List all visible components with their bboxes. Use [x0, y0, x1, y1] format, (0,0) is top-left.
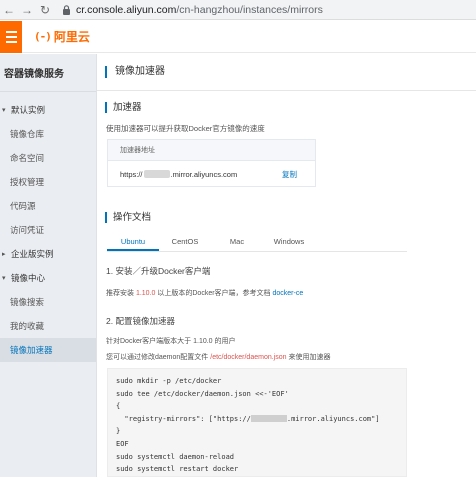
logo-mark: (-) — [34, 30, 52, 43]
accelerator-section-title: 加速器 — [105, 102, 142, 113]
sidebar-title: 容器镜像服务 — [0, 54, 96, 92]
back-arrow-icon[interactable]: ← — [0, 0, 18, 20]
console-header: (-) 阿里云 — [0, 20, 476, 53]
step2-line2: 您可以通过修改daemon配置文件 /etc/docker/daemon.jso… — [106, 352, 330, 362]
mirror-address-header: 加速器地址 — [108, 140, 315, 161]
menu-hamburger-icon[interactable] — [0, 20, 22, 53]
sidebar-group-image-center[interactable]: ▾ 镜像中心 — [0, 266, 96, 290]
os-tabs: Ubuntu CentOS Mac Windows — [107, 234, 407, 252]
tab-mac[interactable]: Mac — [211, 234, 263, 251]
step1-title: 1. 安装／升级Docker客户端 — [106, 266, 211, 276]
url-host: cr.console.aliyun.com — [76, 3, 177, 16]
code-line: sudo tee /etc/docker/daemon.json <<-'EOF… — [116, 389, 289, 398]
accelerator-description: 使用加速器可以提升获取Docker官方镜像的速度 — [106, 124, 265, 133]
sidebar: 容器镜像服务 ▾ 默认实例 镜像仓库 命名空间 授权管理 代码源 访问凭证 ▸ 企业… — [0, 54, 97, 477]
sidebar-group-label: 默认实例 — [11, 105, 46, 115]
step2-line1: 针对Docker客户端版本大于 1.10.0 的用户 — [106, 338, 236, 345]
code-line: } — [116, 427, 121, 436]
forward-arrow-icon[interactable]: → — [18, 0, 36, 20]
tab-windows[interactable]: Windows — [263, 234, 315, 251]
code-segment: "registry-mirrors": ["https:// — [116, 414, 251, 423]
sidebar-item-code-source[interactable]: 代码源 — [0, 194, 96, 218]
code-segment: .mirror.aliyuncs.com"] — [286, 414, 380, 423]
sidebar-item-mirror-accelerator[interactable]: 镜像加速器 — [0, 338, 96, 362]
mirror-address-row: https:// .mirror.aliyuncs.com 复制 — [108, 161, 315, 187]
sidebar-group-default-instance[interactable]: ▾ 默认实例 — [0, 98, 96, 122]
sidebar-item-authorization[interactable]: 授权管理 — [0, 170, 96, 194]
copy-link[interactable]: 复制 — [282, 169, 297, 180]
mirror-address-box: 加速器地址 https:// .mirror.aliyuncs.com 复制 — [107, 139, 316, 187]
docs-section-title: 操作文档 — [105, 212, 151, 223]
logo-text: 阿里云 — [53, 30, 90, 44]
caret-down-icon: ▾ — [2, 275, 6, 282]
step1-mid: 以上版本的Docker客户端，参考文档 — [155, 290, 273, 297]
aliyun-logo[interactable]: (-) 阿里云 — [34, 28, 90, 45]
reload-icon[interactable]: ↻ — [36, 0, 54, 20]
page-title: 镜像加速器 — [105, 66, 165, 78]
sidebar-item-access-credential[interactable]: 访问凭证 — [0, 218, 96, 242]
step1-pre: 推荐安装 — [106, 290, 136, 297]
sidebar-item-repositories[interactable]: 镜像仓库 — [0, 122, 96, 146]
browser-toolbar: ← → ↻ cr.console.aliyun.com/cn-hangzhou/… — [0, 0, 476, 20]
sidebar-group-enterprise-instance[interactable]: ▸ 企业版实例 — [0, 242, 96, 266]
docker-ce-link[interactable]: docker-ce — [272, 290, 303, 297]
divider — [97, 90, 476, 91]
code-line: "registry-mirrors": ["https:// .mirror.al… — [116, 413, 398, 426]
sidebar-item-namespaces[interactable]: 命名空间 — [0, 146, 96, 170]
redacted-id — [250, 415, 287, 423]
sidebar-group-label: 镜像中心 — [11, 273, 46, 283]
address-bar[interactable]: cr.console.aliyun.com/cn-hangzhou/instan… — [60, 2, 476, 18]
caret-right-icon: ▸ — [2, 251, 6, 258]
daemon-config-path: /etc/docker/daemon.json — [210, 354, 287, 361]
redacted-id — [143, 170, 170, 178]
step2-title: 2. 配置镜像加速器 — [106, 316, 175, 326]
tab-ubuntu[interactable]: Ubuntu — [107, 234, 159, 251]
mirror-suffix: .mirror.aliyuncs.com — [170, 169, 238, 179]
code-line: EOF — [116, 439, 129, 448]
sidebar-item-favorites[interactable]: 我的收藏 — [0, 314, 96, 338]
step2-pre: 您可以通过修改daemon配置文件 — [106, 354, 211, 361]
caret-down-icon: ▾ — [2, 107, 6, 114]
lock-icon — [60, 4, 72, 16]
code-block[interactable]: sudo mkdir -p /etc/docker sudo tee /etc/… — [107, 368, 407, 477]
sidebar-group-label: 企业版实例 — [11, 249, 54, 259]
step1-version: 1.10.0 — [135, 290, 156, 297]
step1-text: 推荐安装 1.10.0 以上版本的Docker客户端，参考文档 docker-c… — [106, 288, 303, 298]
tab-centos[interactable]: CentOS — [159, 234, 211, 251]
step2-post: 来使用加速器 — [286, 354, 331, 361]
code-line: { — [116, 402, 121, 411]
url-path: /cn-hangzhou/instances/mirrors — [176, 3, 323, 16]
sidebar-item-image-search[interactable]: 镜像搜索 — [0, 290, 96, 314]
code-line: sudo mkdir -p /etc/docker — [116, 377, 222, 385]
code-line: sudo systemctl daemon-reload — [116, 452, 235, 461]
code-line: sudo systemctl restart docker — [116, 465, 239, 474]
main-content: 镜像加速器 加速器 使用加速器可以提升获取Docker官方镜像的速度 加速器地址… — [97, 54, 476, 477]
mirror-prefix: https:// — [120, 169, 143, 179]
